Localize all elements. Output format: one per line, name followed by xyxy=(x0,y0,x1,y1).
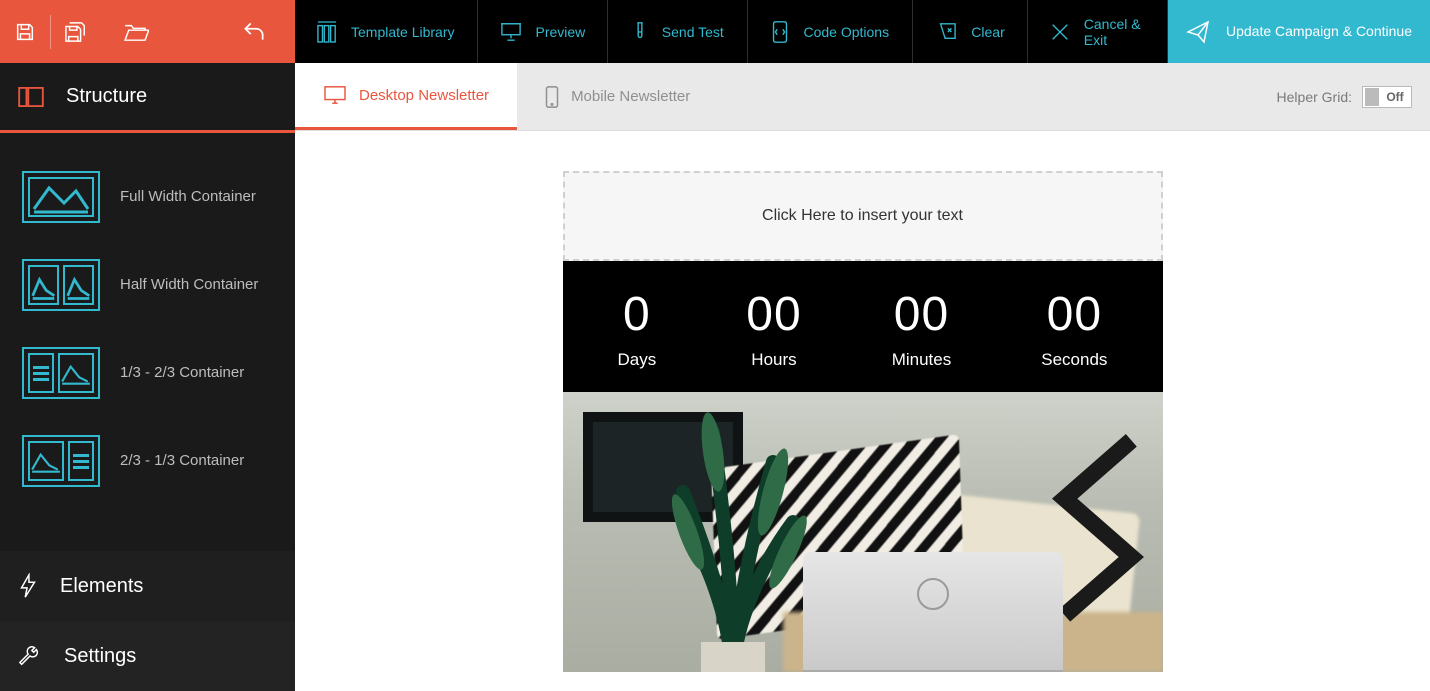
code-options-button[interactable]: Code Options xyxy=(748,0,913,63)
thumb-full xyxy=(22,171,100,223)
structure-items: Full Width Container Half Width Containe… xyxy=(0,133,295,551)
thumb-two-one xyxy=(22,435,100,487)
container-half-width-label: Half Width Container xyxy=(120,275,258,295)
container-two-one[interactable]: 2/3 - 1/3 Container xyxy=(0,417,295,505)
code-options-label: Code Options xyxy=(803,24,889,40)
settings-title: Settings xyxy=(64,645,136,668)
container-half-width[interactable]: Half Width Container xyxy=(0,241,295,329)
topbar: Template Library Preview Send Test Code … xyxy=(0,0,1430,63)
update-campaign-button[interactable]: Update Campaign & Continue xyxy=(1168,0,1430,63)
test-tube-icon xyxy=(632,21,648,43)
erase-icon xyxy=(935,22,957,42)
columns-icon xyxy=(317,20,337,44)
send-test-button[interactable]: Send Test xyxy=(608,0,748,63)
open-button[interactable] xyxy=(111,0,161,63)
countdown-seconds-value: 00 xyxy=(1041,287,1107,342)
container-two-one-label: 2/3 - 1/3 Container xyxy=(120,451,244,471)
sidebar-section-elements[interactable]: Elements xyxy=(0,551,295,621)
email-body: Click Here to insert your text 0 Days 00… xyxy=(563,171,1163,691)
helper-grid: Helper Grid: Off xyxy=(1277,63,1430,130)
hero-image-block[interactable] xyxy=(563,392,1163,672)
structure-title: Structure xyxy=(66,85,147,108)
canvas-scroll[interactable]: Click Here to insert your text 0 Days 00… xyxy=(295,131,1430,691)
helper-grid-state: Off xyxy=(1379,90,1411,104)
clear-button[interactable]: Clear xyxy=(913,0,1027,63)
countdown-minutes: 00 Minutes xyxy=(892,287,952,370)
countdown-seconds: 00 Seconds xyxy=(1041,287,1107,370)
countdown-hours-label: Hours xyxy=(746,350,801,370)
preview-label: Preview xyxy=(536,24,586,40)
layout-icon xyxy=(18,87,44,107)
container-full-width[interactable]: Full Width Container xyxy=(0,153,295,241)
countdown-hours: 00 Hours xyxy=(746,287,801,370)
tab-desktop[interactable]: Desktop Newsletter xyxy=(295,63,517,130)
floppy-stack-icon xyxy=(64,21,88,43)
desktop-icon xyxy=(323,85,347,105)
floppy-icon xyxy=(14,21,36,43)
countdown-block[interactable]: 0 Days 00 Hours 00 Minutes 00 Seconds xyxy=(563,261,1163,392)
canvas-area: Desktop Newsletter Mobile Newsletter Hel… xyxy=(295,63,1430,691)
preview-button[interactable]: Preview xyxy=(478,0,609,63)
mobile-icon xyxy=(545,86,559,108)
image-mark-icon xyxy=(65,267,92,303)
sidebar: Structure Full Width Container xyxy=(0,63,295,691)
countdown-minutes-label: Minutes xyxy=(892,350,952,370)
thumb-half xyxy=(22,259,100,311)
undo-button[interactable] xyxy=(229,0,279,63)
template-library-label: Template Library xyxy=(351,24,455,40)
undo-icon xyxy=(241,19,267,45)
container-one-two-label: 1/3 - 2/3 Container xyxy=(120,363,244,383)
helper-grid-label: Helper Grid: xyxy=(1277,89,1352,105)
thumb-one-two xyxy=(22,347,100,399)
topbar-file-actions xyxy=(0,0,295,63)
container-one-two[interactable]: 1/3 - 2/3 Container xyxy=(0,329,295,417)
toggle-knob xyxy=(1365,88,1379,106)
presentation-icon xyxy=(500,22,522,42)
image-mark-icon xyxy=(30,179,92,215)
text-placeholder-label: Click Here to insert your text xyxy=(762,207,963,225)
send-test-label: Send Test xyxy=(662,24,724,40)
template-library-button[interactable]: Template Library xyxy=(295,0,478,63)
canvas-topbar: Desktop Newsletter Mobile Newsletter Hel… xyxy=(295,63,1430,131)
tab-mobile-label: Mobile Newsletter xyxy=(571,88,690,105)
phone-code-icon xyxy=(771,20,789,44)
paper-plane-icon xyxy=(1186,20,1210,44)
image-mark-icon xyxy=(60,355,92,391)
countdown-seconds-label: Seconds xyxy=(1041,350,1107,370)
main: Structure Full Width Container xyxy=(0,63,1430,691)
update-campaign-label: Update Campaign & Continue xyxy=(1226,23,1412,41)
sidebar-section-structure[interactable]: Structure xyxy=(0,63,295,133)
countdown-minutes-value: 00 xyxy=(892,287,952,342)
sidebar-section-settings[interactable]: Settings xyxy=(0,621,295,691)
helper-grid-toggle[interactable]: Off xyxy=(1362,86,1412,108)
image-mark-icon xyxy=(30,267,57,303)
x-icon xyxy=(1050,22,1070,42)
countdown-hours-value: 00 xyxy=(746,287,801,342)
countdown-days-value: 0 xyxy=(618,287,657,342)
hero-laptop xyxy=(803,552,1063,672)
wrench-icon xyxy=(18,644,42,668)
topbar-actions: Template Library Preview Send Test Code … xyxy=(295,0,1430,63)
container-full-width-label: Full Width Container xyxy=(120,187,256,207)
clear-label: Clear xyxy=(971,24,1004,40)
text-placeholder[interactable]: Click Here to insert your text xyxy=(563,171,1163,261)
tab-mobile[interactable]: Mobile Newsletter xyxy=(517,63,718,130)
image-mark-icon xyxy=(30,443,62,479)
tab-desktop-label: Desktop Newsletter xyxy=(359,87,489,104)
cancel-exit-label: Cancel & Exit xyxy=(1084,16,1145,48)
countdown-days: 0 Days xyxy=(618,287,657,370)
bolt-icon xyxy=(18,573,38,599)
save-as-button[interactable] xyxy=(51,0,101,63)
save-button[interactable] xyxy=(0,0,50,63)
cancel-exit-button[interactable]: Cancel & Exit xyxy=(1028,0,1168,63)
elements-title: Elements xyxy=(60,575,143,598)
folder-open-icon xyxy=(123,22,149,42)
countdown-days-label: Days xyxy=(618,350,657,370)
